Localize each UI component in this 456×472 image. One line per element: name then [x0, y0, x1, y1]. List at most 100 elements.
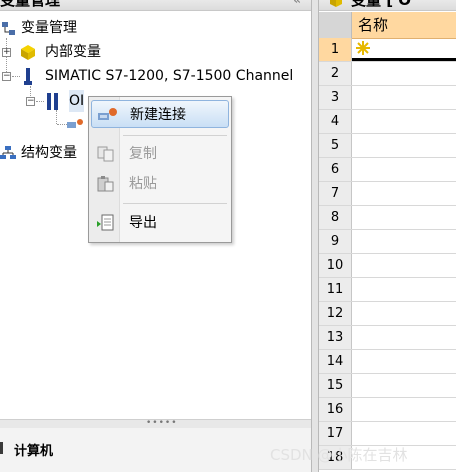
structure-icon [0, 146, 16, 159]
table-title: 变量 [ O [351, 0, 412, 9]
table-row[interactable]: 5 [319, 134, 456, 158]
cube-icon [330, 0, 342, 7]
export-icon [97, 214, 114, 231]
menu-item-new-connection[interactable]: 新建连接 [91, 100, 229, 128]
table-row[interactable]: 6 [319, 158, 456, 182]
expand-icon[interactable]: + [2, 48, 11, 57]
table-row[interactable]: 4 [319, 110, 456, 134]
table-row[interactable]: 3 [319, 86, 456, 110]
row-number[interactable]: 5 [319, 134, 352, 157]
tree-connector [56, 110, 57, 124]
table-row[interactable]: 15 [319, 374, 456, 398]
tree-item-internal-variables[interactable]: + 内部变量 [0, 41, 300, 63]
row-number[interactable]: 3 [319, 86, 352, 109]
tree-item-structured-variables[interactable]: 结构变量 [0, 142, 90, 164]
menu-item-label: 导出 [129, 215, 157, 231]
row-number[interactable]: 13 [319, 326, 352, 349]
table-row[interactable]: 2 [319, 62, 456, 86]
context-menu: 新建连接 复制 粘贴 导出 [88, 96, 232, 243]
row-number[interactable]: 4 [319, 110, 352, 133]
name-cell[interactable] [352, 206, 456, 229]
tree-connector [12, 76, 20, 77]
name-cell[interactable] [352, 374, 456, 397]
table-row[interactable]: 10 [319, 254, 456, 278]
name-cell[interactable] [352, 62, 456, 85]
panel-title: 变量管理 [0, 0, 61, 9]
row-number[interactable]: 9 [319, 230, 352, 253]
table-row[interactable]: 14 [319, 350, 456, 374]
tree-item-label: 结构变量 [21, 145, 77, 161]
collapse-node-icon[interactable]: − [2, 72, 11, 81]
copy-icon [97, 146, 114, 162]
new-connection-icon [98, 108, 117, 120]
row-number[interactable]: 12 [319, 302, 352, 325]
vertical-splitter[interactable] [311, 0, 319, 472]
menu-item-label: 新建连接 [130, 107, 186, 123]
row-number[interactable]: 6 [319, 158, 352, 181]
row-number[interactable]: 14 [319, 350, 352, 373]
name-cell[interactable] [352, 254, 456, 277]
table-row[interactable]: 9 [319, 230, 456, 254]
network-icon [2, 22, 15, 35]
name-cell[interactable] [352, 134, 456, 157]
computer-label: 计算机 [14, 444, 54, 459]
name-cell[interactable] [352, 158, 456, 181]
name-cell[interactable] [352, 422, 456, 445]
tree-item-label: 内部变量 [45, 44, 101, 60]
panel-title-bar: 变量管理 « [0, 0, 311, 11]
row-number-header[interactable] [319, 12, 352, 38]
row-number[interactable]: 17 [319, 422, 352, 445]
table-row[interactable]: 17 [319, 422, 456, 446]
table-header: 名称 [319, 12, 456, 39]
tree-connector [36, 101, 44, 102]
menu-item-label: 粘贴 [129, 176, 157, 192]
tree-item-variable-management[interactable]: 变量管理 [0, 17, 300, 39]
menu-separator [123, 203, 227, 204]
channel-icon [24, 68, 32, 85]
table-row[interactable]: 7 [319, 182, 456, 206]
name-cell[interactable] [352, 230, 456, 253]
name-cell[interactable] [352, 350, 456, 373]
name-cell[interactable] [352, 398, 456, 421]
row-number[interactable]: 16 [319, 398, 352, 421]
table-row[interactable]: 1 [319, 38, 456, 62]
variables-table-panel: 变量 [ O 名称 1 2 3 4 5 6 7 8 9 10 11 12 13 14 15 16 17 18 [319, 0, 456, 472]
row-number[interactable]: 2 [319, 62, 352, 85]
row-number[interactable]: 10 [319, 254, 352, 277]
cube-icon [21, 45, 35, 60]
table-row[interactable]: 12 [319, 302, 456, 326]
collapse-icon[interactable]: « [293, 0, 301, 10]
collapse-node-icon[interactable]: − [26, 97, 35, 106]
name-cell[interactable] [352, 38, 456, 61]
connection-group-icon [47, 93, 58, 110]
name-cell[interactable] [352, 302, 456, 325]
paste-icon [97, 176, 114, 192]
connection-icon[interactable] [67, 117, 85, 131]
computer-section[interactable]: 计算机 [0, 428, 311, 472]
name-cell[interactable] [352, 326, 456, 349]
menu-item-label: 复制 [129, 146, 157, 162]
computer-icon [0, 442, 3, 454]
tree-item-label: 变量管理 [21, 20, 77, 36]
splitter-grip-icon: ••••• [146, 418, 178, 428]
tree-item-label: OI [69, 90, 85, 112]
row-number[interactable]: 8 [319, 206, 352, 229]
table-row[interactable]: 11 [319, 278, 456, 302]
row-number[interactable]: 1 [319, 38, 352, 61]
menu-item-copy[interactable]: 复制 [91, 140, 229, 168]
row-number[interactable]: 11 [319, 278, 352, 301]
column-header-name[interactable]: 名称 [352, 12, 456, 39]
row-number[interactable]: 15 [319, 374, 352, 397]
table-row[interactable]: 8 [319, 206, 456, 230]
table-row[interactable]: 16 [319, 398, 456, 422]
name-cell[interactable] [352, 110, 456, 133]
name-cell[interactable] [352, 86, 456, 109]
menu-item-export[interactable]: 导出 [91, 209, 229, 237]
menu-item-paste[interactable]: 粘贴 [91, 170, 229, 198]
tree-item-simatic-channel[interactable]: − SIMATIC S7-1200, S7-1500 Channel [0, 65, 311, 87]
name-cell[interactable] [352, 182, 456, 205]
table-row[interactable]: 13 [319, 326, 456, 350]
row-number[interactable]: 7 [319, 182, 352, 205]
name-cell[interactable] [352, 278, 456, 301]
tree-connector [57, 124, 67, 125]
